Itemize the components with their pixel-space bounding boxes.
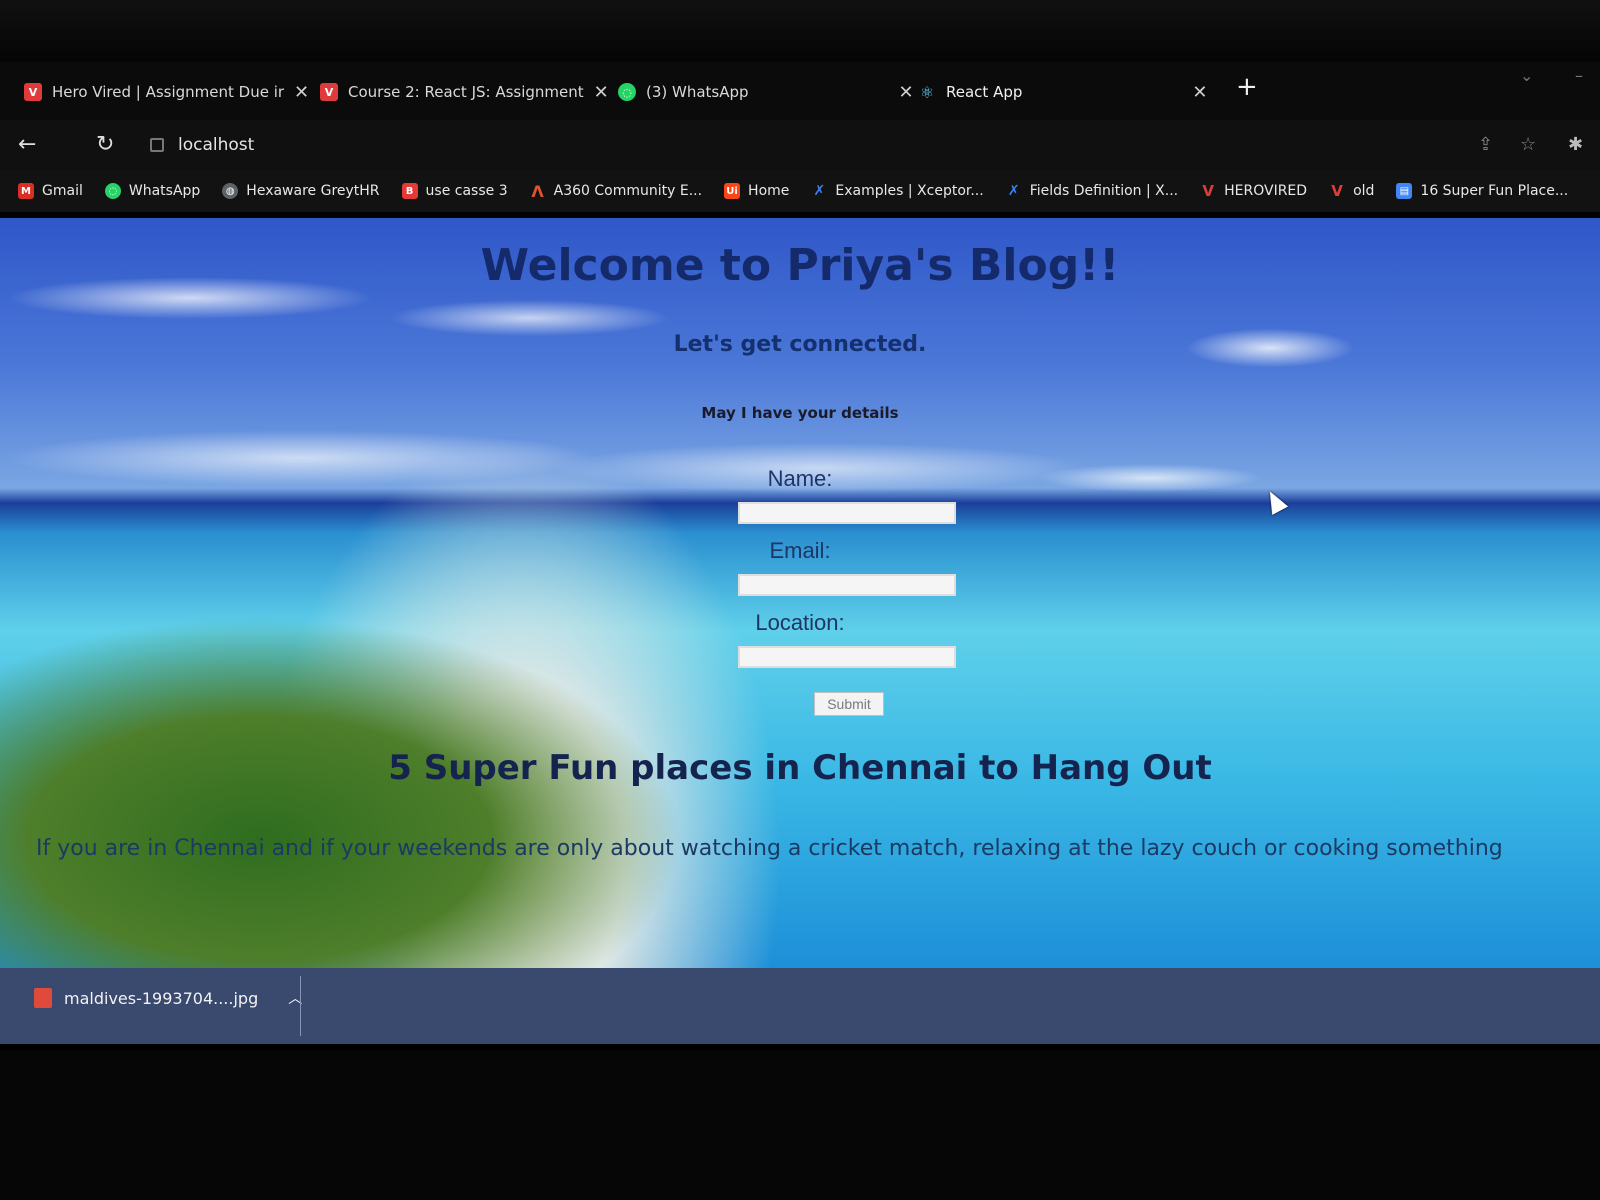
- bookmark-label: HEROVIRED: [1224, 183, 1308, 199]
- new-tab-button[interactable]: +: [1236, 72, 1258, 102]
- screen: V Hero Vired | Assignment Due ir ✕ V Cou…: [0, 62, 1600, 1050]
- post-title: 5 Super Fun places in Chennai to Hang Ou…: [388, 748, 1212, 788]
- location-label: Location:: [755, 610, 845, 635]
- uipath-icon: Ui: [724, 183, 741, 199]
- address-bar[interactable]: localhost: [150, 130, 254, 160]
- email-label: Email:: [769, 538, 831, 563]
- tab-course-react-assignment[interactable]: V Course 2: React JS: Assignment ✕: [320, 76, 609, 108]
- tab-whatsapp[interactable]: ◌ (3) WhatsApp ✕: [618, 76, 914, 108]
- post-body: If you are in Chennai and if your weeken…: [36, 836, 1503, 861]
- name-field[interactable]: [738, 502, 956, 524]
- bookmark-label: old: [1353, 183, 1375, 199]
- download-filename: maldives-1993704....jpg: [64, 988, 259, 1008]
- bookmark-label: Hexaware GreytHR: [246, 183, 380, 199]
- bookmark-whatsapp[interactable]: ◌ WhatsApp: [104, 183, 201, 199]
- tab-title: Course 2: React JS: Assignment: [348, 83, 584, 101]
- herovired-icon: V: [1331, 182, 1343, 200]
- info-icon[interactable]: [150, 138, 164, 152]
- bookmark-label: Fields Definition | X...: [1029, 183, 1179, 199]
- browser-toolbar: ← ↻ localhost ⇪ ☆ ✱: [0, 120, 1600, 170]
- download-item[interactable]: maldives-1993704....jpg ︿: [34, 988, 302, 1008]
- xceptor-icon: ✗: [1007, 183, 1020, 199]
- bookmark-label: Home: [748, 183, 790, 199]
- whatsapp-icon: ◌: [104, 183, 121, 199]
- tab-title: Hero Vired | Assignment Due ir: [52, 83, 285, 101]
- divider: [300, 976, 301, 1036]
- bookmark-gmail[interactable]: M Gmail: [18, 183, 83, 199]
- page-subtitle: Let's get connected.: [673, 332, 927, 357]
- xceptor-icon: ✗: [813, 183, 826, 199]
- tab-title: React App: [946, 83, 1023, 101]
- tab-strip: V Hero Vired | Assignment Due ir ✕ V Cou…: [0, 62, 1600, 120]
- address-text: localhost: [178, 135, 255, 155]
- bookmark-label: A360 Community E...: [553, 183, 703, 199]
- herovired-icon: V: [1202, 182, 1214, 200]
- laptop-bezel: [0, 0, 1600, 60]
- bookmark-xceptor-fields[interactable]: ✗ Fields Definition | X...: [1006, 183, 1178, 199]
- tab-search-icon[interactable]: ⌄: [1520, 66, 1533, 85]
- bookmark-a360-community[interactable]: Λ A360 Community E...: [530, 181, 703, 201]
- react-icon: ⚛: [919, 82, 935, 102]
- tab-react-app[interactable]: ⚛ React App ✕: [918, 76, 1208, 108]
- bookmark-label: Gmail: [42, 183, 83, 199]
- globe-icon: ◍: [222, 183, 239, 199]
- bookmark-hexaware-greythr[interactable]: ◍ Hexaware GreytHR: [222, 183, 380, 199]
- close-icon[interactable]: ✕: [1192, 82, 1207, 103]
- bookmark-herovired[interactable]: V HEROVIRED: [1200, 182, 1308, 200]
- automation-anywhere-icon: Λ: [531, 181, 544, 201]
- image-file-icon: [34, 988, 52, 1008]
- extensions-icon[interactable]: ✱: [1568, 134, 1583, 155]
- gmail-icon: M: [18, 183, 34, 199]
- whatsapp-icon: ◌: [618, 83, 636, 101]
- bookmark-label: Examples | Xceptor...: [835, 183, 984, 199]
- bookmark-star-icon[interactable]: ☆: [1520, 134, 1536, 155]
- bookmark-label: 16 Super Fun Place...: [1420, 183, 1569, 199]
- form-prompt: May I have your details: [701, 404, 899, 422]
- submit-button[interactable]: Submit: [814, 692, 884, 716]
- reload-icon[interactable]: ↻: [96, 132, 114, 157]
- close-icon[interactable]: ✕: [294, 82, 309, 103]
- close-icon[interactable]: ✕: [594, 82, 609, 103]
- bookmark-old[interactable]: V old: [1329, 182, 1375, 200]
- bookmark-label: WhatsApp: [128, 183, 201, 199]
- herovired-icon: V: [24, 83, 42, 101]
- tab-title: (3) WhatsApp: [646, 83, 749, 101]
- share-icon[interactable]: ⇪: [1478, 134, 1493, 155]
- email-field[interactable]: [738, 574, 956, 596]
- doc-icon: B: [401, 183, 418, 199]
- download-bar: maldives-1993704....jpg ︿: [0, 968, 1600, 1044]
- location-field[interactable]: [738, 646, 956, 668]
- page-title: Welcome to Priya's Blog!!: [480, 240, 1120, 291]
- bookmark-label: use casse 3: [425, 183, 508, 199]
- bookmark-super-fun-places[interactable]: ▤ 16 Super Fun Place...: [1396, 183, 1568, 199]
- back-arrow-icon[interactable]: ←: [18, 132, 36, 157]
- bookmark-use-casse-3[interactable]: B use casse 3: [401, 183, 508, 199]
- minimize-icon[interactable]: –: [1575, 66, 1583, 85]
- blog-page: Welcome to Priya's Blog!! Let's get conn…: [0, 218, 1600, 968]
- tab-hero-vired-assignment[interactable]: V Hero Vired | Assignment Due ir ✕: [24, 76, 309, 108]
- bookmarks-bar: M Gmail ◌ WhatsApp ◍ Hexaware GreytHR B …: [0, 170, 1600, 212]
- bookmark-page-icon: ▤: [1396, 183, 1413, 199]
- herovired-icon: V: [320, 83, 338, 101]
- bookmark-xceptor-examples[interactable]: ✗ Examples | Xceptor...: [811, 183, 984, 199]
- name-label: Name:: [767, 466, 833, 491]
- bookmark-home[interactable]: Ui Home: [724, 183, 789, 199]
- close-icon[interactable]: ✕: [899, 82, 914, 103]
